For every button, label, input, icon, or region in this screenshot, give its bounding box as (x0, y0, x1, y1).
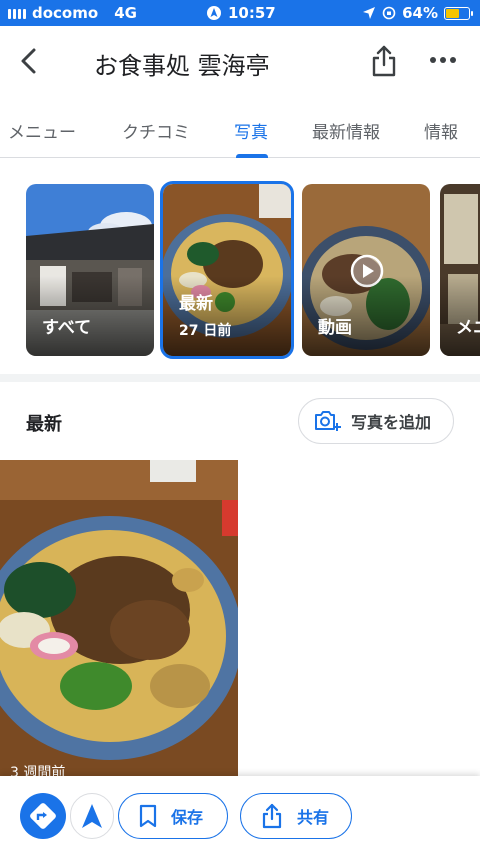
bottom-action-bar: 保存 共有 (0, 776, 480, 854)
tab-updates[interactable]: 最新情報 (312, 118, 380, 143)
navigation-arrow-icon (82, 804, 102, 828)
header: お食事処 雲海亭 (0, 26, 480, 96)
add-photo-label: 写真を追加 (351, 413, 432, 432)
photo-category-carousel[interactable]: すべて 最新 27 日前 動画 メ (0, 158, 480, 382)
tab-menu[interactable]: メニュー (8, 118, 76, 143)
directions-icon (30, 803, 56, 829)
location-circle-icon (207, 6, 221, 20)
section-title: 最新 (26, 414, 62, 435)
page-title: お食事処 雲海亭 (94, 52, 270, 80)
share-button[interactable] (370, 44, 398, 78)
share-place-button[interactable]: 共有 (240, 793, 352, 839)
add-photo-camera-icon (315, 411, 341, 431)
tab-photos[interactable]: 写真 (234, 118, 268, 143)
category-card-menu[interactable]: メニ (440, 184, 480, 356)
clock: 10:57 (228, 4, 276, 22)
add-photo-button[interactable]: 写真を追加 (298, 398, 454, 444)
category-label: 動画 (318, 318, 352, 338)
status-bar: docomo 4G 10:57 64% (0, 0, 480, 26)
category-label: 最新 (179, 294, 213, 314)
battery-percent: 64% (402, 4, 438, 22)
back-button[interactable] (14, 44, 44, 78)
dot-icon (440, 57, 446, 63)
navigation-button[interactable] (70, 793, 114, 839)
bookmark-icon (139, 804, 157, 828)
tab-about[interactable]: 情報 (424, 118, 458, 143)
dot-icon (430, 57, 436, 63)
category-date: 27 日前 (179, 323, 232, 339)
latest-section-header: 最新 写真を追加 (0, 382, 480, 458)
save-label: 保存 (171, 808, 204, 827)
category-label: メニ (456, 318, 480, 338)
share-icon (372, 45, 396, 77)
directions-button[interactable] (20, 793, 66, 839)
share-label: 共有 (297, 808, 330, 827)
carrier-name: docomo (32, 4, 99, 22)
rotation-lock-icon (382, 6, 396, 20)
share-icon (262, 803, 282, 829)
dot-icon (450, 57, 456, 63)
category-card-video[interactable]: 動画 (302, 184, 430, 356)
signal-icon (8, 7, 26, 19)
more-options-button[interactable] (430, 52, 458, 68)
latest-photo[interactable]: 3 週間前 (0, 460, 238, 778)
category-card-latest[interactable]: 最新 27 日前 (160, 181, 294, 359)
udon-photo (0, 460, 238, 778)
chevron-left-icon (21, 48, 36, 74)
category-label: すべて (42, 318, 92, 338)
tab-reviews[interactable]: クチコミ (122, 118, 190, 143)
category-card-all[interactable]: すべて (26, 184, 154, 356)
location-arrow-icon (363, 7, 376, 19)
network-type: 4G (114, 4, 137, 22)
save-button[interactable]: 保存 (118, 793, 228, 839)
tab-bar: メニュー クチコミ 写真 最新情報 情報 (0, 96, 480, 158)
battery-icon (444, 6, 473, 20)
